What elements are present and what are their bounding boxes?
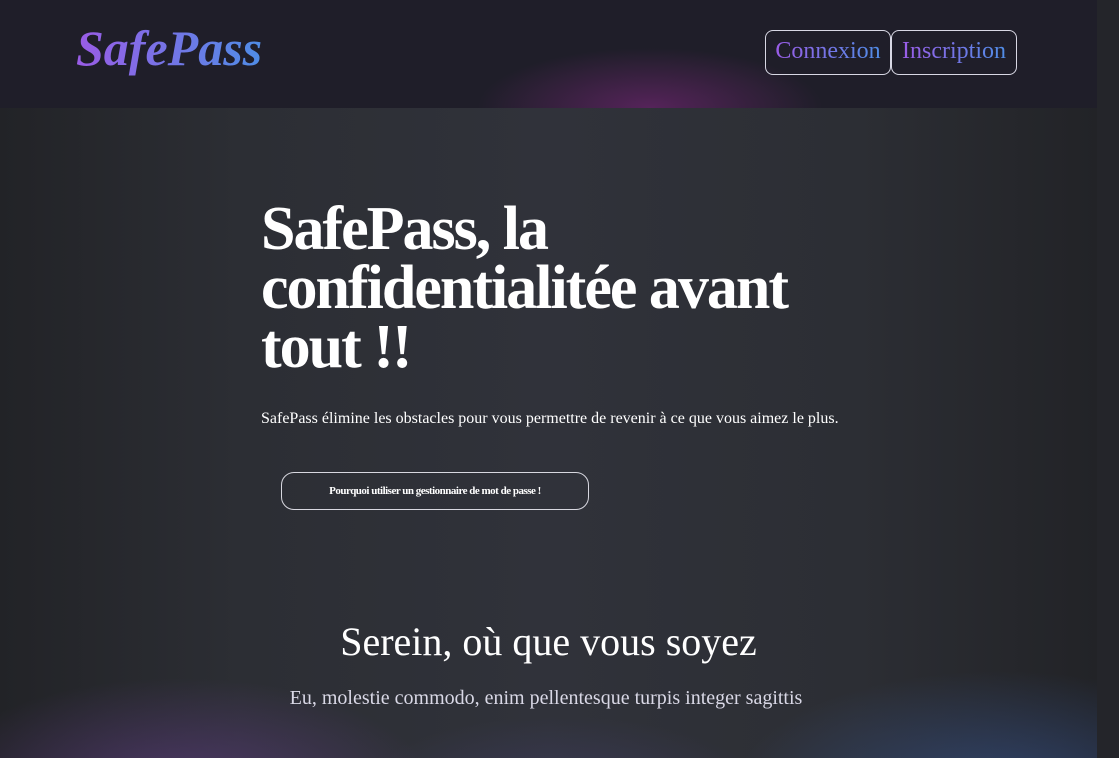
auth-nav: Connexion Inscription bbox=[765, 30, 1017, 75]
scrollbar-gutter bbox=[1097, 0, 1119, 758]
hero-subtitle: SafePass élimine les obstacles pour vous… bbox=[261, 410, 839, 427]
login-button-label: Connexion bbox=[775, 38, 881, 64]
login-button[interactable]: Connexion bbox=[765, 30, 891, 75]
signup-button[interactable]: Inscription bbox=[891, 30, 1017, 75]
signup-button-label: Inscription bbox=[902, 38, 1006, 64]
why-password-manager-button[interactable]: Pourquoi utiliser un gestionnaire de mot… bbox=[281, 472, 589, 510]
site-logo[interactable]: SafePass bbox=[76, 18, 262, 78]
hero-title: SafePass, la confidentialitée avant tout… bbox=[261, 195, 789, 381]
top-navbar: SafePass Connexion Inscription bbox=[0, 0, 1097, 108]
section-title: Serein, où que vous soyez bbox=[340, 619, 757, 664]
section-subtitle: Eu, molestie commodo, enim pellentesque … bbox=[289, 687, 803, 709]
